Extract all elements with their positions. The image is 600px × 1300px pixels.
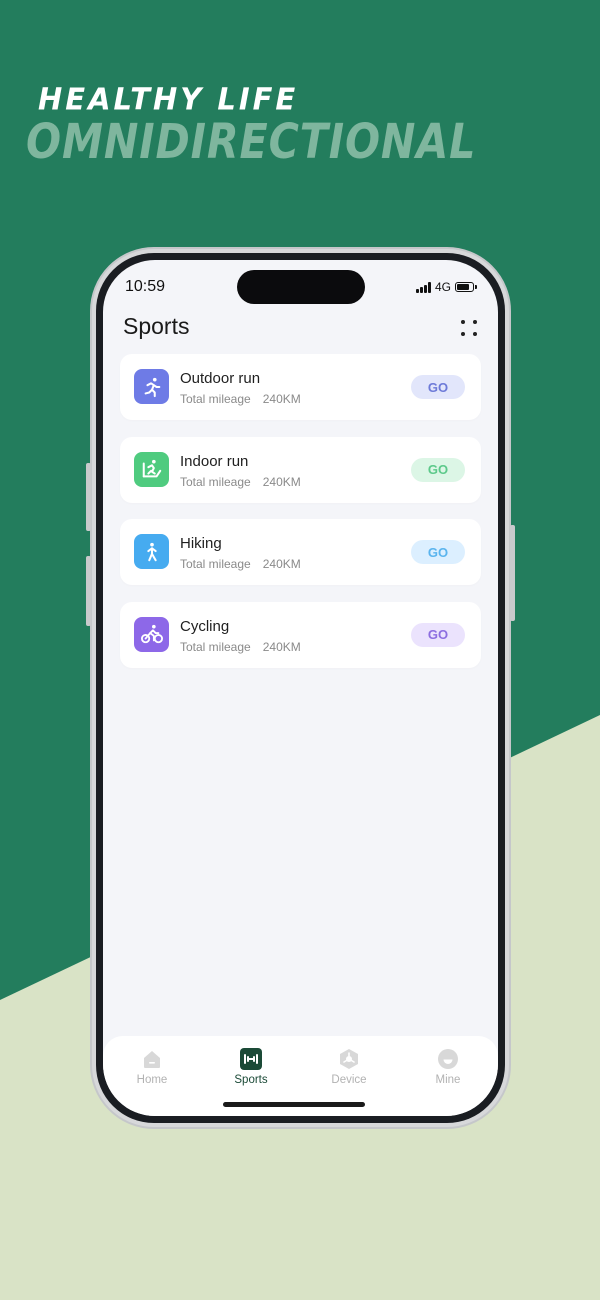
tab-sports-label: Sports	[234, 1074, 268, 1086]
phone-volume-down	[86, 556, 91, 626]
go-button-outdoor-run[interactable]: GO	[411, 375, 465, 399]
activity-card-hiking[interactable]: Hiking Total mileage 240KM GO	[120, 519, 481, 585]
activity-card-cycling[interactable]: Cycling Total mileage 240KM GO	[120, 601, 481, 668]
walking-person-icon	[134, 534, 169, 569]
go-button-hiking[interactable]: GO	[411, 540, 465, 564]
cyclist-icon	[134, 616, 169, 652]
battery-level	[457, 284, 469, 290]
activity-card-indoor-run[interactable]: Indoor run Total mileage 240KM GO	[120, 436, 481, 503]
activity-mileage: Total mileage 240KM	[180, 475, 301, 489]
activity-mileage: Total mileage 240KM	[180, 557, 301, 571]
tab-device-label: Device	[331, 1074, 367, 1086]
dumbbell-icon	[240, 1048, 262, 1070]
activity-name: Hiking	[180, 535, 222, 552]
go-button-indoor-run[interactable]: GO	[411, 457, 465, 482]
status-indicators: 4G	[416, 280, 477, 294]
activity-name: Indoor run	[180, 452, 249, 470]
tab-home-label: Home	[136, 1074, 168, 1086]
mileage-value: 240KM	[262, 557, 301, 571]
tab-home[interactable]: Home	[117, 1048, 187, 1086]
running-person-icon	[134, 369, 169, 404]
activity-mileage: Total mileage 240KM	[180, 392, 301, 406]
app-screen: 10:59 4G Sports Outdoor run Total mileag…	[103, 260, 498, 1116]
treadmill-icon	[134, 451, 169, 487]
activity-name: Cycling	[180, 617, 230, 635]
smiley-icon	[437, 1048, 459, 1070]
go-button-cycling[interactable]: GO	[411, 622, 465, 647]
promo-headline: HEALTHY LIFE	[38, 81, 299, 117]
home-indicator	[223, 1102, 365, 1107]
mileage-label: Total mileage	[180, 392, 251, 406]
dynamic-island	[237, 270, 365, 304]
device-icon	[338, 1048, 360, 1070]
phone-power-button	[510, 525, 515, 621]
more-options-icon[interactable]	[461, 320, 479, 338]
tab-device[interactable]: Device	[314, 1048, 384, 1086]
tab-mine[interactable]: Mine	[413, 1048, 483, 1086]
battery-icon	[455, 282, 477, 292]
activity-mileage: Total mileage 240KM	[180, 640, 301, 654]
mileage-label: Total mileage	[180, 474, 251, 489]
activity-list: Outdoor run Total mileage 240KM GO Indoor…	[120, 354, 481, 684]
promo-subheadline: OMNIDIRECTIONAL	[26, 114, 477, 170]
signal-icon	[416, 281, 431, 293]
mileage-label: Total mileage	[180, 639, 251, 654]
tab-mine-label: Mine	[435, 1074, 461, 1086]
phone-volume-up	[86, 463, 91, 531]
mileage-value: 240KM	[262, 639, 301, 654]
tab-sports[interactable]: Sports	[216, 1048, 286, 1086]
mileage-value: 240KM	[262, 392, 301, 406]
activity-card-outdoor-run[interactable]: Outdoor run Total mileage 240KM GO	[120, 354, 481, 420]
mileage-label: Total mileage	[180, 557, 251, 571]
page-title: Sports	[123, 313, 190, 339]
mileage-value: 240KM	[262, 474, 301, 489]
home-icon	[141, 1048, 163, 1070]
status-time: 10:59	[125, 278, 166, 295]
network-label: 4G	[434, 280, 451, 294]
activity-name: Outdoor run	[180, 370, 261, 387]
